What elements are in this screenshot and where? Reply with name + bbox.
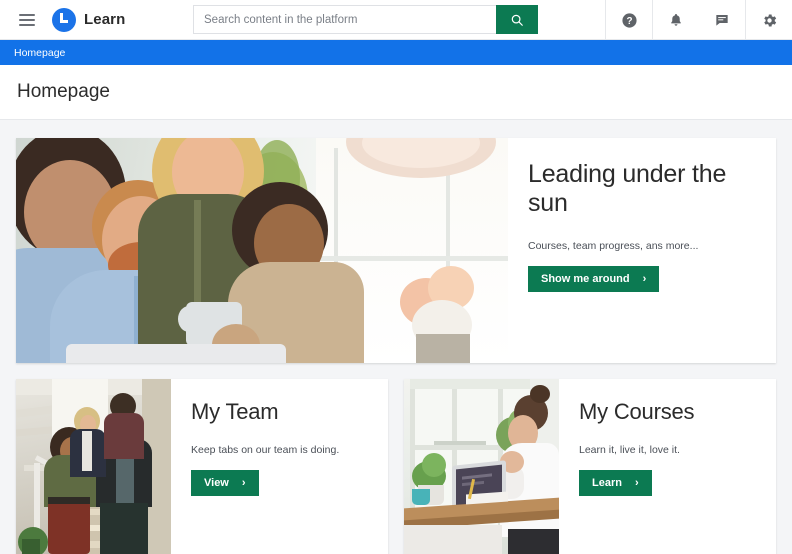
show-me-around-button[interactable]: Show me around › [528, 265, 660, 292]
my-team-body: My Team Keep tabs on our team is doing. … [171, 379, 388, 554]
view-team-button[interactable]: View › [191, 470, 259, 496]
hero-subtitle: Courses, team progress, ans more... [528, 239, 699, 252]
brand-name-label: Learn [84, 11, 126, 28]
learn-logo-icon [52, 7, 76, 32]
learn-courses-button[interactable]: Learn › [579, 470, 652, 496]
hamburger-menu-icon[interactable] [10, 0, 44, 40]
show-me-around-label: Show me around [541, 272, 630, 285]
settings-button[interactable] [746, 0, 792, 40]
hamburger-line [19, 23, 35, 26]
help-icon: ? [621, 12, 637, 28]
my-team-title: My Team [191, 399, 279, 424]
top-bar-icon-group: ? [605, 0, 792, 40]
chevron-right-icon: › [642, 272, 647, 285]
chevron-right-icon: › [241, 477, 246, 489]
search-bar [193, 5, 538, 34]
view-team-label: View [204, 477, 229, 489]
search-input[interactable] [193, 5, 496, 34]
chevron-right-icon: › [634, 477, 639, 489]
hero-title: Leading under the sun [528, 160, 727, 217]
hamburger-line [19, 13, 35, 16]
learn-courses-label: Learn [592, 477, 622, 489]
my-courses-body: My Courses Learn it, live it, love it. L… [559, 379, 776, 554]
page-title-bar: Homepage [0, 65, 792, 120]
notifications-button[interactable] [653, 0, 699, 40]
my-courses-subtitle: Learn it, live it, love it. [579, 444, 680, 456]
hero-card[interactable]: Leading under the sun Courses, team prog… [16, 138, 776, 363]
hero-image [16, 138, 508, 363]
messages-button[interactable] [699, 0, 745, 40]
search-submit-button[interactable] [496, 5, 538, 34]
my-courses-title: My Courses [579, 399, 695, 424]
svg-text:?: ? [626, 16, 632, 27]
page-title: Homepage [17, 81, 110, 102]
my-courses-image [404, 379, 559, 554]
my-team-card[interactable]: My Team Keep tabs on our team is doing. … [16, 379, 388, 554]
hamburger-line [19, 18, 35, 21]
my-team-image [16, 379, 171, 554]
my-courses-card[interactable]: My Courses Learn it, live it, love it. L… [404, 379, 776, 554]
my-team-subtitle: Keep tabs on our team is doing. [191, 444, 340, 456]
hero-card-body: Leading under the sun Courses, team prog… [508, 138, 776, 363]
hero-photo [16, 138, 508, 363]
search-icon [511, 14, 523, 26]
chat-icon [716, 15, 728, 26]
top-navigation-bar: Learn ? [0, 0, 792, 40]
my-courses-photo [404, 379, 559, 554]
help-button[interactable]: ? [606, 0, 652, 40]
breadcrumb-bar: Homepage [0, 40, 792, 65]
my-team-photo [16, 379, 171, 554]
brand-logo[interactable]: Learn [52, 7, 126, 32]
main-content: Leading under the sun Courses, team prog… [0, 120, 792, 554]
card-row: My Team Keep tabs on our team is doing. … [16, 379, 776, 554]
bell-icon [671, 14, 681, 26]
gear-icon [763, 13, 776, 27]
breadcrumb-item-homepage[interactable]: Homepage [14, 47, 65, 59]
